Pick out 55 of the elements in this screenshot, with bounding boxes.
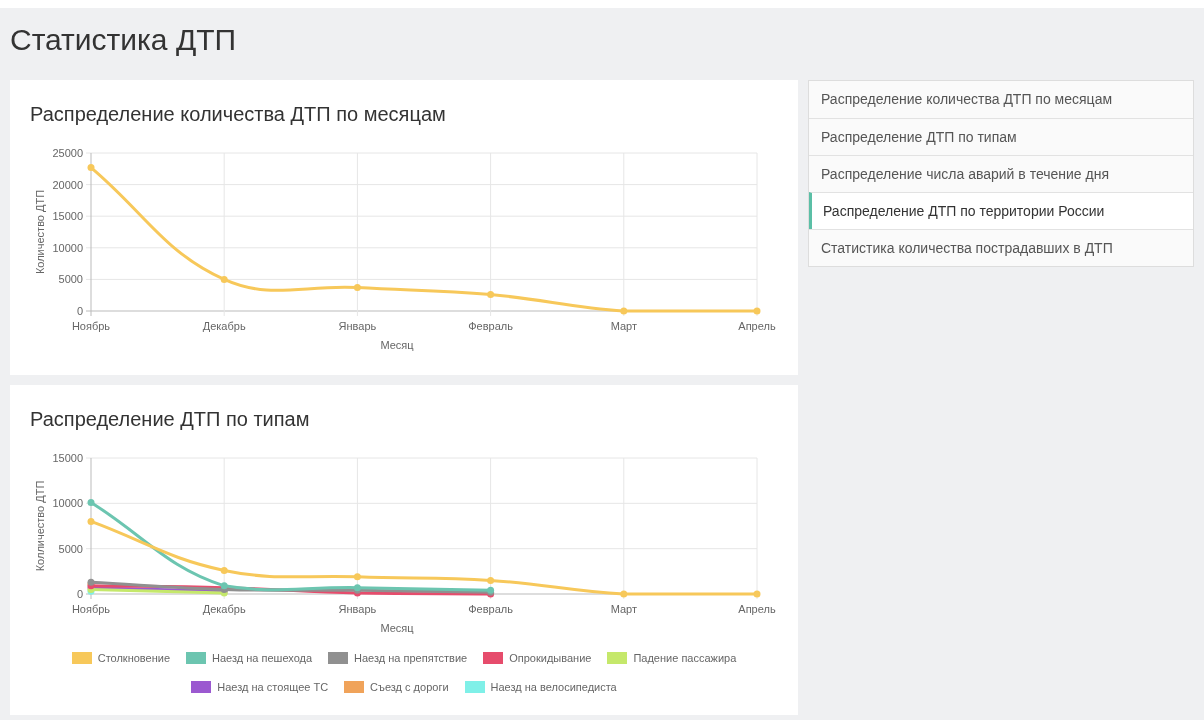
data-point — [753, 590, 761, 598]
tick-label: 20000 — [52, 178, 83, 191]
data-point — [620, 307, 628, 315]
tick-label: Январь — [338, 603, 377, 615]
data-point — [353, 284, 361, 292]
tick-label: Декабрь — [202, 603, 246, 615]
tick-label: Апрель — [738, 603, 776, 615]
data-point — [353, 573, 361, 581]
data-point — [87, 498, 95, 506]
tick-label: Февраль — [468, 320, 513, 332]
legend-label[interactable]: Наезд на велосипедиста — [490, 678, 617, 695]
axis-title: Колличество ДТП — [34, 480, 46, 572]
data-point — [753, 307, 761, 315]
legend-label[interactable]: Столкновение — [97, 650, 171, 667]
tick-label: Март — [610, 320, 637, 332]
axis-title: Количество ДТП — [34, 189, 46, 275]
tick-label: 10000 — [52, 241, 83, 254]
legend-label[interactable]: Наезд на стоящее ТС — [217, 678, 329, 695]
data-point — [220, 566, 228, 574]
axis-title: Месяц — [380, 622, 414, 634]
page-title: Статистика ДТП — [10, 22, 237, 58]
tick-label: 0 — [76, 305, 83, 317]
sidebar-item[interactable]: Распределение количества ДТП по месяцам — [809, 81, 1193, 118]
tick-label: Апрель — [738, 320, 776, 332]
axis-title: Месяц — [380, 339, 414, 351]
tick-label: Ноябрь — [71, 320, 111, 332]
tick-label: Февраль — [468, 603, 513, 615]
tick-label: 10000 — [52, 497, 83, 510]
data-point — [220, 275, 228, 283]
tick-label: Январь — [338, 320, 377, 332]
tick-label: 0 — [76, 588, 83, 600]
data-point — [620, 590, 628, 598]
chart-title: Распределение ДТП по типам — [30, 407, 310, 432]
legend-label[interactable]: Наезд на пешехода — [212, 650, 313, 667]
tick-label: 5000 — [58, 542, 83, 555]
data-point — [87, 517, 95, 525]
tick-label: Ноябрь — [71, 603, 111, 615]
sidebar-item[interactable]: Распределение ДТП по типам — [809, 118, 1193, 155]
sidebar-item[interactable]: Распределение ДТП по территории России — [809, 192, 1193, 229]
tick-label: Март — [610, 603, 637, 615]
tick-label: Декабрь — [202, 320, 246, 332]
data-point — [487, 576, 495, 584]
tick-label: 25000 — [52, 147, 83, 159]
legend-label[interactable]: Съезд с дороги — [370, 678, 449, 695]
legend-label[interactable]: Наезд на препятствие — [354, 650, 468, 667]
data-point — [487, 291, 495, 299]
tick-label: 5000 — [58, 273, 83, 286]
sidebar-item[interactable]: Статистика количества пострадавших в ДТП — [809, 229, 1193, 266]
tick-label: 15000 — [52, 452, 83, 464]
chart-title: Распределение количества ДТП по месяцам — [30, 102, 446, 127]
tick-label: 15000 — [52, 210, 83, 223]
data-point — [87, 164, 95, 172]
legend-label[interactable]: Падение пассажира — [633, 650, 737, 667]
legend-label[interactable]: Опрокидывание — [509, 650, 592, 667]
sidebar-item[interactable]: Распределение числа аварий в течение дня — [809, 155, 1193, 192]
